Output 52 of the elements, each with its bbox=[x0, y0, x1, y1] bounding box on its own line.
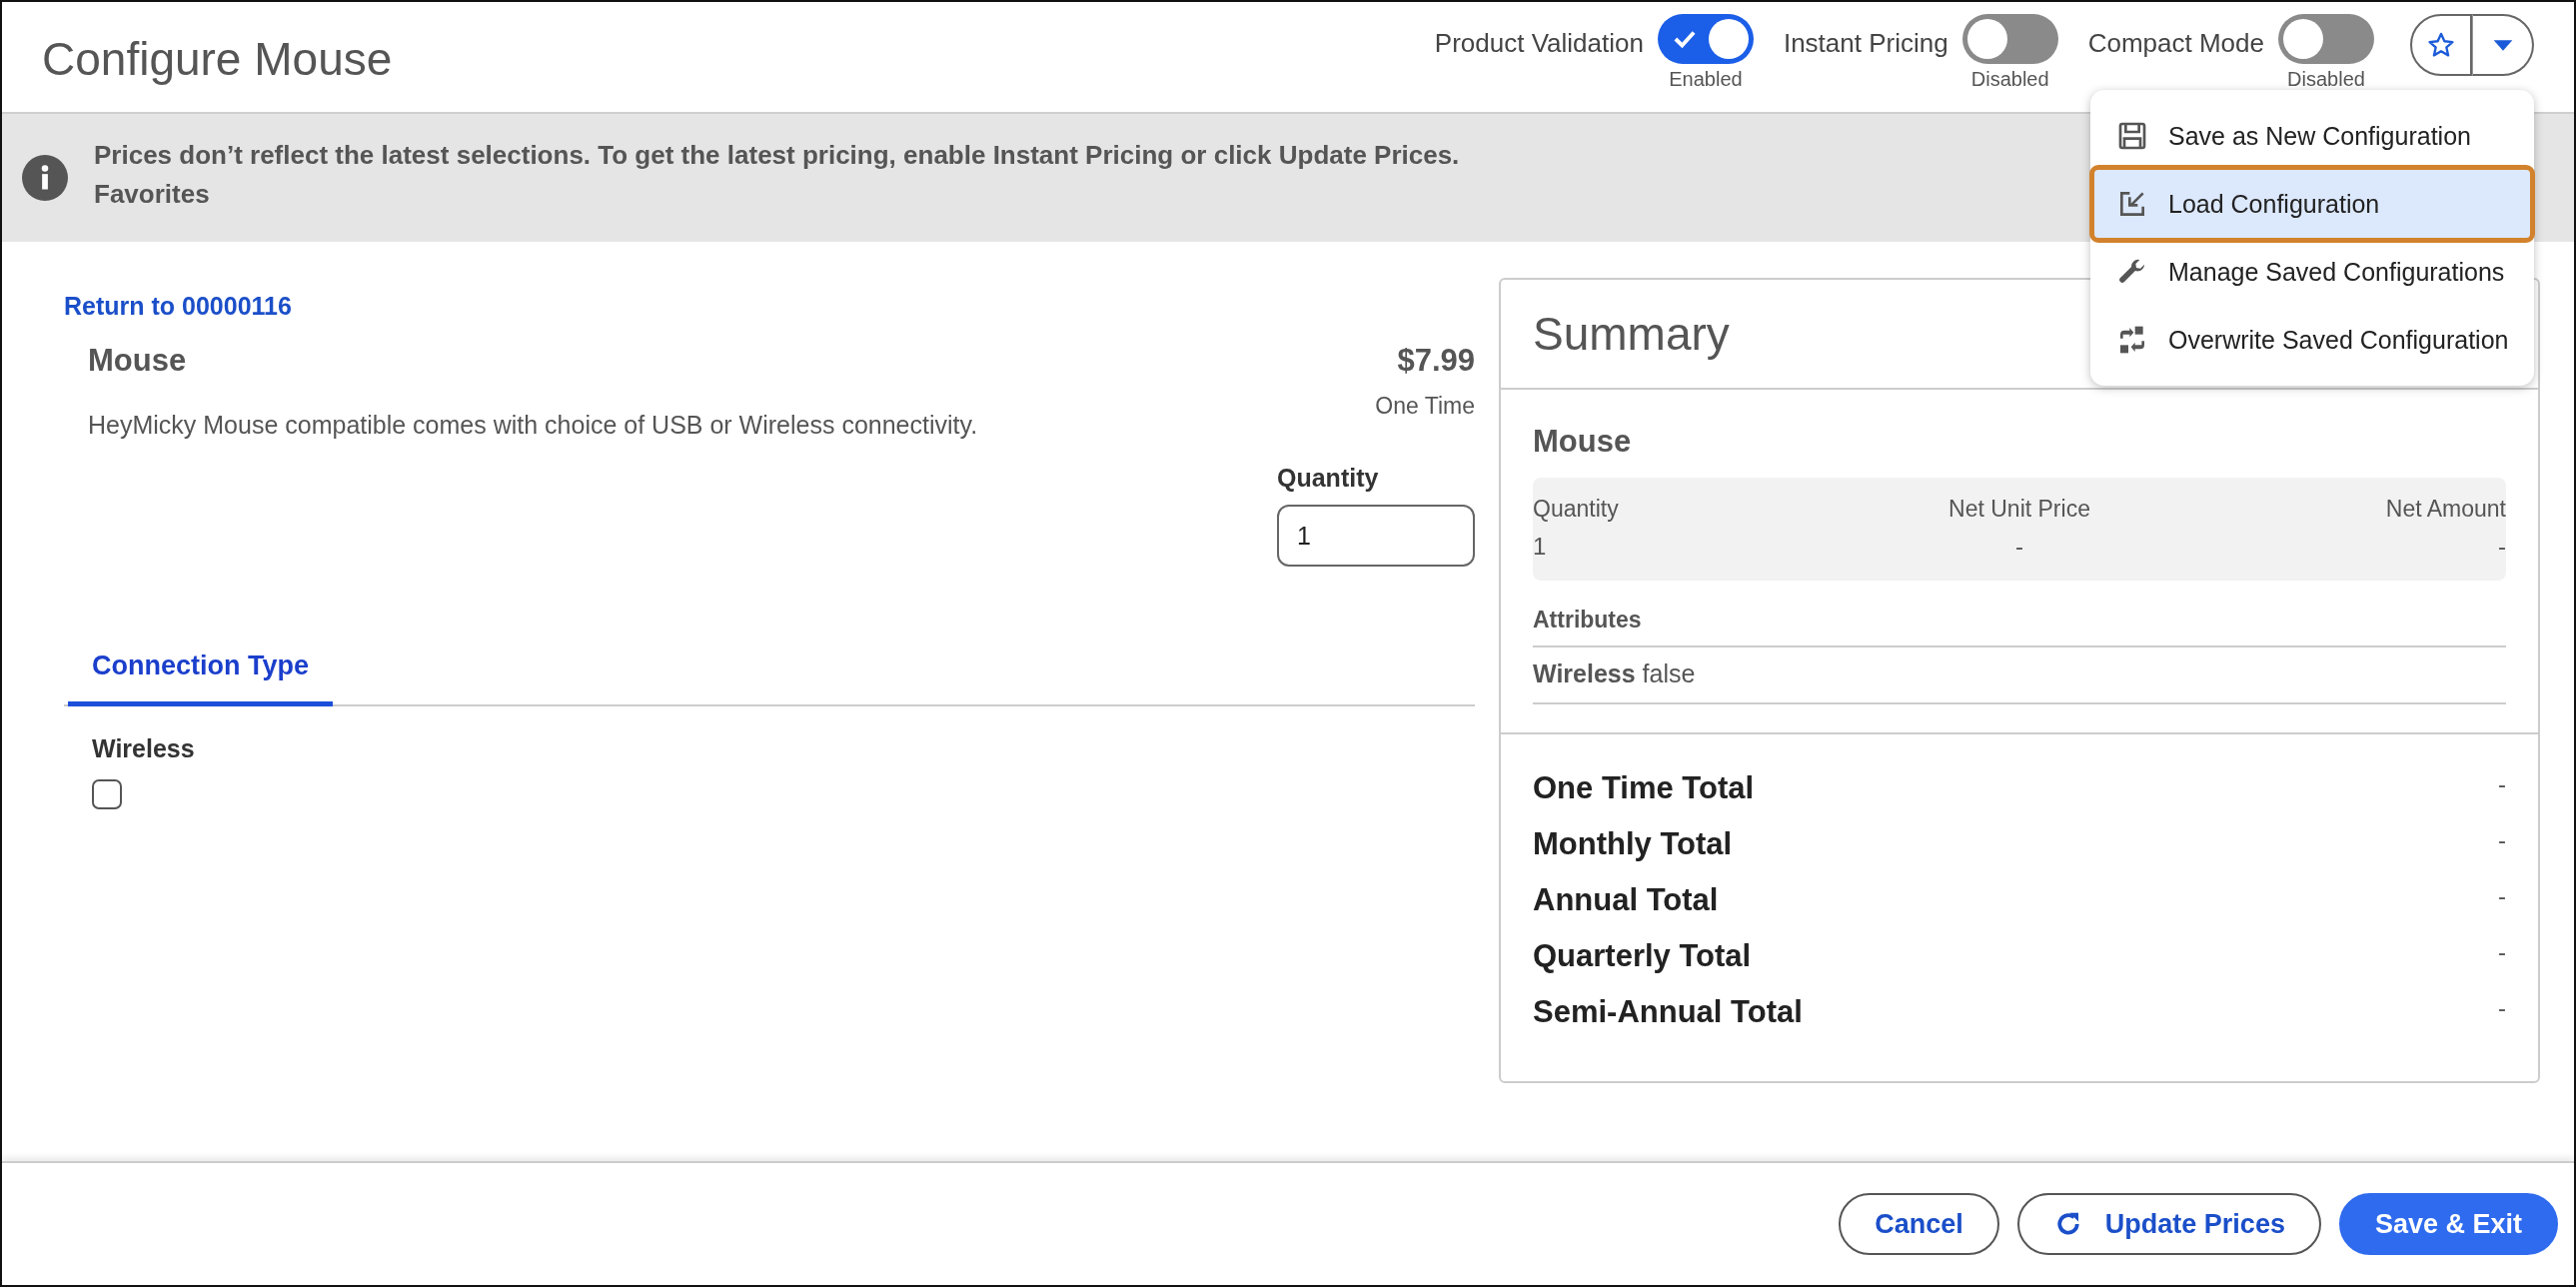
toggle-status: Disabled bbox=[1970, 68, 2049, 91]
total-value: - bbox=[2498, 938, 2506, 967]
menu-item[interactable]: Manage Saved Configurations bbox=[2094, 238, 2530, 306]
attributes-heading: Attributes bbox=[1533, 607, 2506, 647]
column-value: - bbox=[2015, 533, 2023, 561]
column-label: Net Unit Price bbox=[1948, 496, 2090, 523]
price-type: One Time bbox=[1375, 393, 1475, 420]
banner-message: Prices don’t reflect the latest selections. To get the latest pricing, enable Instant Pricing or click Update Prices. bbox=[94, 140, 1460, 171]
product-name: Mouse bbox=[88, 343, 188, 379]
column-value: 1 bbox=[1533, 533, 1548, 561]
column-label: Quantity bbox=[1533, 496, 1620, 523]
toggle-switch[interactable] bbox=[2278, 14, 2374, 64]
toggle-status: Enabled bbox=[1669, 68, 1743, 91]
toggle-label: Product Validation bbox=[1434, 28, 1644, 59]
save-button[interactable]: Save & Exit bbox=[2338, 1193, 2558, 1255]
quantity-label: Quantity bbox=[1277, 464, 1379, 493]
favorites-button[interactable] bbox=[2410, 14, 2472, 76]
attribute-value: Wireless false bbox=[1533, 659, 1696, 687]
total-value: - bbox=[2498, 826, 2506, 855]
dropdown-button[interactable] bbox=[2472, 14, 2534, 76]
toggle-status: Disabled bbox=[2287, 68, 2365, 91]
total-value: - bbox=[2498, 882, 2506, 911]
product-price: $7.99 bbox=[1397, 343, 1475, 379]
total-label: Quarterly Total bbox=[1533, 938, 1752, 974]
total-label: One Time Total bbox=[1533, 770, 1755, 806]
info-icon bbox=[22, 155, 68, 201]
total-label: Annual Total bbox=[1533, 882, 1719, 918]
summary-product-name: Mouse bbox=[1533, 424, 1633, 460]
menu-item[interactable]: Save as New Configuration bbox=[2094, 102, 2530, 170]
star-icon bbox=[2427, 31, 2455, 59]
column-value: - bbox=[2498, 533, 2506, 561]
update-button[interactable]: Update Prices bbox=[2016, 1193, 2321, 1255]
column-label: Net Amount bbox=[2385, 496, 2506, 523]
summary-title: Summary bbox=[1533, 307, 1730, 361]
banner-subtext: Favorites bbox=[94, 179, 211, 210]
total-label: Semi-Annual Total bbox=[1533, 994, 1803, 1030]
total-value: - bbox=[2498, 994, 2506, 1023]
quantity-field[interactable]: 1 bbox=[1277, 505, 1475, 567]
toggle-switch[interactable] bbox=[1657, 14, 1754, 64]
page-title: Configure Mouse bbox=[42, 32, 393, 86]
total-label: Monthly Total bbox=[1533, 826, 1733, 862]
toggle-label: Compact Mode bbox=[2087, 28, 2264, 59]
menu-item[interactable]: Overwrite Saved Configuration bbox=[2094, 306, 2530, 374]
checkbox[interactable] bbox=[92, 779, 122, 809]
total-value: - bbox=[2498, 770, 2506, 799]
cancel-button[interactable]: Cancel bbox=[1839, 1193, 1999, 1255]
tab[interactable]: Connection Type bbox=[68, 633, 333, 706]
return-link[interactable]: Return to 00000116 bbox=[64, 292, 1475, 321]
attribute-label: Wireless bbox=[92, 734, 196, 763]
toggle-switch[interactable] bbox=[1961, 14, 2058, 64]
toggle-label: Instant Pricing bbox=[1783, 28, 1948, 59]
product-description: HeyMicky Mouse compatible comes with choice of USB or Wireless connectivity. bbox=[88, 411, 978, 440]
